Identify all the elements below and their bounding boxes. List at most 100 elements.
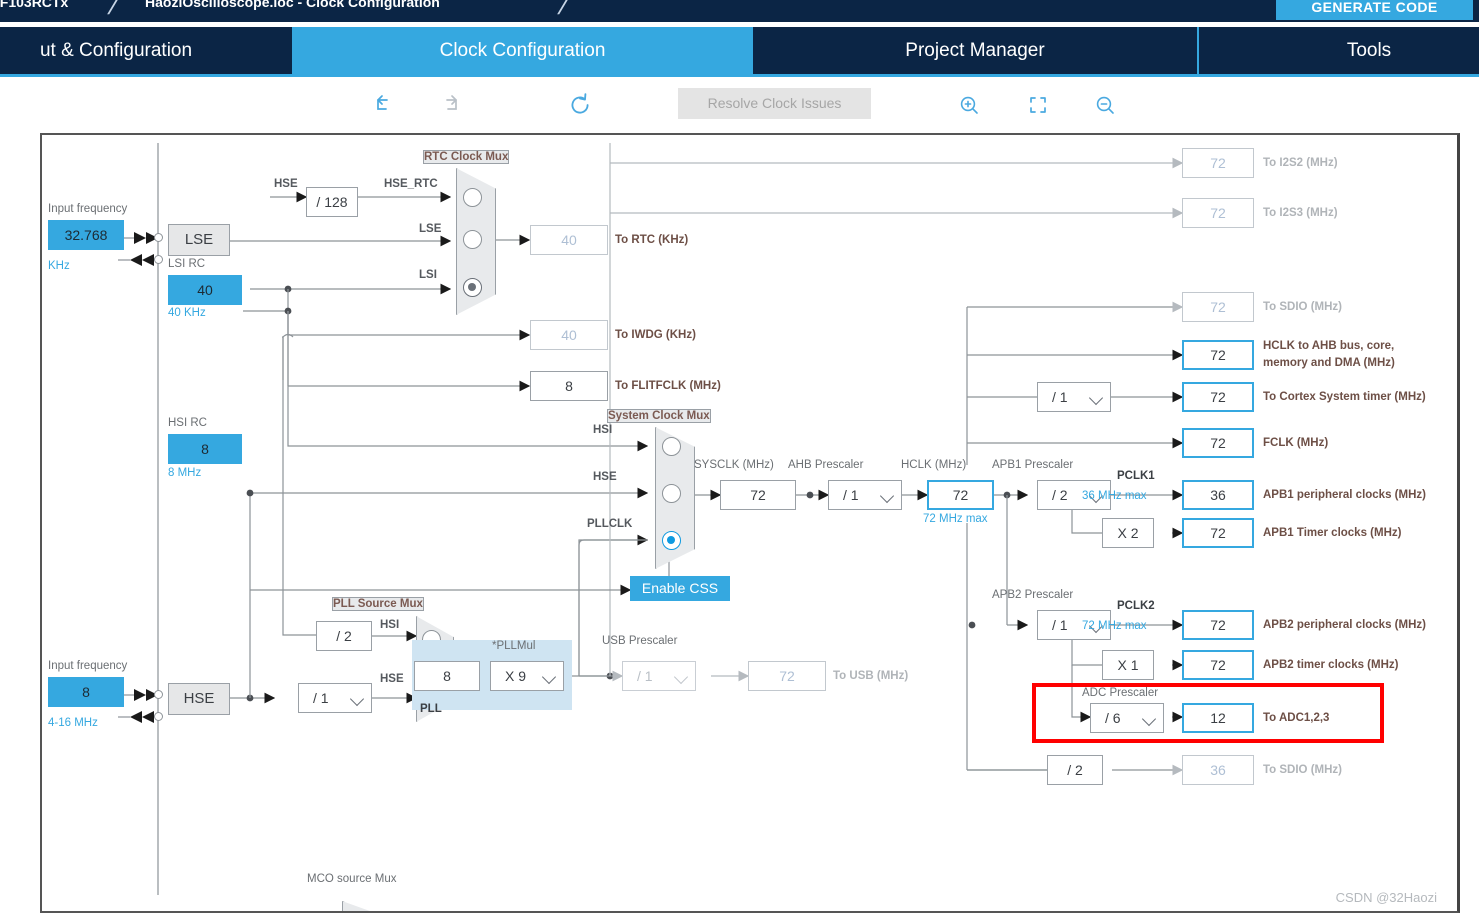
hsi-rc-value[interactable]: 8 [168, 434, 242, 464]
hse-input-frequency-field[interactable]: 8 [48, 677, 124, 707]
hclk-value[interactable]: 72 [927, 480, 994, 510]
apb1-peripheral-label: APB1 peripheral clocks (MHz) [1263, 489, 1426, 501]
pll-mux-hsi-label: HSI [380, 619, 400, 631]
apb2-prescaler-value: / 1 [1052, 617, 1068, 633]
pll-input-value[interactable]: 8 [414, 661, 480, 691]
apb2-timer-value[interactable]: 72 [1182, 650, 1254, 680]
sdio-divider-box: / 2 [1047, 755, 1103, 785]
apb1-timer-value[interactable]: 72 [1182, 518, 1254, 548]
to-i2s2-label: To I2S2 (MHz) [1263, 157, 1338, 169]
rtc-clock-mux-title: RTC Clock Mux [423, 150, 510, 164]
mco-source-mux[interactable] [342, 901, 380, 911]
clock-tree-canvas[interactable]: Input frequency 32.768 KHz LSE LSI RC 40… [40, 133, 1460, 913]
pllmul-value: X 9 [505, 668, 527, 684]
rtc-mux-input-lse[interactable] [463, 230, 482, 249]
to-sdio-top-label: To SDIO (MHz) [1263, 301, 1342, 313]
pclk1-label: PCLK1 [1117, 470, 1155, 482]
to-sdio-bottom-label: To SDIO (MHz) [1263, 764, 1342, 776]
to-flitfclk-label: To FLITFCLK (MHz) [615, 380, 721, 392]
lsi-rc-value[interactable]: 40 [168, 275, 242, 305]
undo-arrow-icon[interactable] [366, 88, 400, 122]
fit-to-screen-icon[interactable] [1021, 88, 1055, 122]
sysclk-mux-pllclk-label: PLLCLK [587, 518, 633, 530]
tab-project-manager[interactable]: Project Manager [753, 27, 1197, 74]
main-tab-bar: ut & Configuration Clock Configuration P… [0, 27, 1479, 77]
enable-css-button[interactable]: Enable CSS [630, 576, 730, 601]
resolve-clock-issues-button[interactable]: Resolve Clock Issues [678, 88, 871, 119]
to-rtc-value[interactable]: 40 [530, 225, 608, 255]
sysclk-mux-hse-label: HSE [593, 471, 617, 483]
redo-arrow-icon[interactable] [434, 88, 468, 122]
apb1-max-label: 36 MHz max [1082, 490, 1147, 502]
pllmul-select[interactable]: X 9 [490, 661, 564, 691]
breadcrumb-device: 2F103RCTx [0, 0, 69, 10]
to-sdio-top-value[interactable]: 72 [1182, 292, 1254, 322]
fclk-value[interactable]: 72 [1182, 428, 1254, 458]
usb-prescaler-select[interactable]: / 1 [622, 661, 696, 691]
tab-clock-configuration[interactable]: Clock Configuration [293, 27, 752, 74]
lse-input-frequency-label: Input frequency [48, 203, 128, 215]
cortex-divider-select[interactable]: / 1 [1037, 382, 1111, 412]
hse-osc-pin-in [154, 690, 163, 699]
hse-pll-divider-value: / 1 [313, 690, 329, 706]
tab-pinout-configuration[interactable]: ut & Configuration [0, 27, 292, 74]
pll-source-mux-title: PLL Source Mux [332, 597, 424, 611]
hse-block[interactable]: HSE [168, 683, 230, 715]
apb2-timer-multiplier: X 1 [1102, 650, 1154, 680]
chevron-down-icon [879, 488, 895, 504]
to-adc-value[interactable]: 12 [1182, 703, 1254, 733]
apb2-peripheral-value[interactable]: 72 [1182, 610, 1254, 640]
magnifier-minus-icon[interactable] [1088, 88, 1122, 122]
adc-prescaler-select[interactable]: / 6 [1090, 703, 1164, 733]
chevron-down-icon [673, 669, 689, 685]
lse-block[interactable]: LSE [168, 224, 230, 256]
ahb-prescaler-select[interactable]: / 1 [828, 480, 902, 510]
hclk-ahb-value[interactable]: 72 [1182, 340, 1254, 370]
hsi-rc-title: HSI RC [168, 417, 207, 429]
hse-rtc-signal-label: HSE_RTC [384, 178, 438, 190]
rtc-mux-input-lsi[interactable] [463, 278, 482, 297]
breadcrumb-separator: / [105, 0, 123, 20]
usb-prescaler-title: USB Prescaler [602, 635, 678, 647]
lsi-rc-unit: 40 KHz [168, 307, 206, 319]
to-iwdg-value[interactable]: 40 [530, 320, 608, 350]
chevron-down-icon [1141, 711, 1157, 727]
sysclk-mux-input-pllclk[interactable] [662, 531, 681, 550]
tab-tools[interactable]: Tools [1199, 27, 1479, 74]
sysclk-mux-hsi-label: HSI [593, 424, 613, 436]
pllmul-title: *PLLMul [492, 640, 536, 652]
breadcrumb-file: HaoziOscilloscope.ioc - Clock Configurat… [145, 0, 440, 10]
lse-input-frequency-field[interactable]: 32.768 [48, 220, 124, 250]
to-cortex-value[interactable]: 72 [1182, 382, 1254, 412]
hse-div-input-label: HSE [274, 178, 298, 190]
to-sdio-bottom-value[interactable]: 36 [1182, 755, 1254, 785]
to-usb-value[interactable]: 72 [748, 661, 826, 691]
hse-pll-divider-select[interactable]: / 1 [298, 683, 372, 713]
chevron-down-icon [541, 669, 557, 685]
pll-mux-hse-label: HSE [380, 673, 404, 685]
hclk-ahb-label-line2: memory and DMA (MHz) [1263, 357, 1395, 369]
lse-unit-label: KHz [48, 260, 70, 272]
title-bar: 2F103RCTx / HaoziOscilloscope.ioc - Cloc… [0, 0, 1479, 22]
sysclk-value[interactable]: 72 [720, 480, 796, 510]
chevron-down-icon [349, 691, 365, 707]
sysclk-mux-input-hsi[interactable] [662, 437, 681, 456]
pll-region-label: PLL [420, 703, 442, 715]
sysclk-mux-input-hse[interactable] [662, 484, 681, 503]
apb1-peripheral-value[interactable]: 36 [1182, 480, 1254, 510]
apb1-timer-multiplier: X 2 [1102, 518, 1154, 548]
fclk-label: FCLK (MHz) [1263, 437, 1329, 449]
to-i2s3-value[interactable]: 72 [1182, 198, 1254, 228]
rtc-mux-input-hse-rtc[interactable] [463, 188, 482, 207]
adc-prescaler-value: / 6 [1105, 710, 1121, 726]
to-flitfclk-value[interactable]: 8 [530, 371, 608, 401]
lse-osc-pin-in [154, 233, 163, 242]
generate-code-button[interactable]: GENERATE CODE [1276, 0, 1473, 20]
to-adc-label: To ADC1,2,3 [1263, 712, 1330, 724]
apb1-prescaler-value: / 2 [1052, 487, 1068, 503]
hsi-div2-box: / 2 [316, 621, 372, 651]
to-i2s2-value[interactable]: 72 [1182, 148, 1254, 178]
magnifier-plus-icon[interactable] [952, 88, 986, 122]
apb1-prescaler-title: APB1 Prescaler [992, 459, 1074, 471]
reset-circular-arrow-icon[interactable] [563, 88, 597, 122]
